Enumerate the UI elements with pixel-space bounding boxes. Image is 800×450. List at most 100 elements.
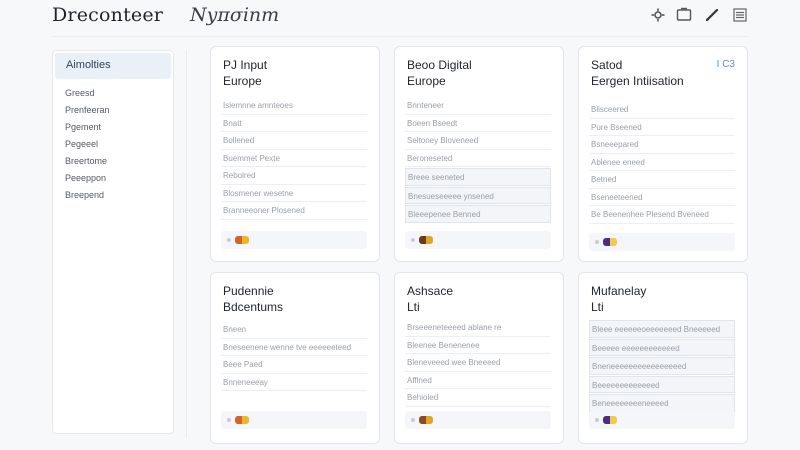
card-row: Bneseenene wenne tve eeeeeeteed — [221, 339, 367, 356]
card[interactable]: Pudennie Bdcentums Bneen Bneseenene wenn… — [210, 272, 380, 444]
card[interactable]: Ashsace Lti Brseeeneteeeed ablane re Ble… — [394, 272, 564, 444]
menu-list-icon[interactable] — [730, 5, 750, 25]
card-row: Ablenee eneed — [589, 154, 735, 171]
card-row: Islemnne amnteoes — [221, 97, 367, 115]
sidebar-item[interactable]: Greesd — [53, 85, 173, 102]
status-dot — [227, 238, 231, 242]
card-row: Bneneeeeeeeeeeeeeeeed — [589, 357, 735, 375]
sidebar-item[interactable]: Pegeeel — [53, 136, 173, 153]
card-row: Bleee eeeeeeoeeeeeeed Bneeeeed — [589, 320, 735, 338]
window-icon[interactable] — [674, 5, 694, 25]
top-bar: Dreconteer Nyπσinm — [0, 0, 800, 34]
card-row: Buemmet Pexte — [221, 150, 367, 167]
card-title-line: Lti — [407, 300, 420, 314]
pen-edit-icon[interactable] — [702, 5, 722, 25]
card-row: Bseneeteened — [589, 189, 735, 206]
card-row: Breee seeneted — [405, 168, 551, 186]
card-row: Bneen — [221, 321, 367, 339]
card[interactable]: Satod Eergen Intiisation I C3 Blisceered… — [578, 46, 748, 262]
card-footer — [405, 231, 551, 249]
card-footer — [405, 411, 551, 429]
card-title-line: Lti — [591, 300, 604, 314]
sidebar: Aimolties Greesd Prenfeeran Pgement Pege… — [52, 50, 174, 434]
card-footer — [221, 231, 367, 249]
status-dot — [595, 240, 599, 244]
card-row: Pure Bseened — [589, 119, 735, 136]
card-row: Beee Paed — [221, 356, 367, 374]
app-window: Dreconteer Nyπσinm Aimolties Greesd Pren… — [0, 0, 800, 450]
header-divider — [52, 36, 748, 37]
card-title: Mufanelay Lti — [591, 283, 735, 315]
card-rows: Blisceered Pure Bseened Bsneeepared Able… — [589, 101, 735, 224]
card-row: Beneeeeeeeeneeeed — [589, 394, 735, 412]
card[interactable]: PJ Input Europe Islemnne amnteoes Bnatt … — [210, 46, 380, 262]
card-row: Beeeeeeeeeeeeed — [589, 375, 735, 393]
status-dot — [411, 238, 415, 242]
color-swatch-icon — [235, 236, 249, 244]
card-row: Rebolred — [221, 167, 367, 185]
settings-gear-icon[interactable] — [648, 5, 668, 25]
card-row: Afflned — [405, 372, 551, 389]
card-row: Bnatt — [221, 115, 367, 132]
page-subtitle: Nyπσinm — [190, 4, 280, 26]
card-row: Bnesueseeeee ynsened — [405, 186, 551, 204]
card-row: Beroneseted — [405, 150, 551, 167]
card-title-line: Pudennie — [223, 284, 274, 298]
card-title: Satod Eergen Intiisation — [591, 57, 735, 89]
sidebar-active-label: Aimolties — [66, 59, 111, 71]
color-swatch-icon — [419, 236, 433, 244]
card-row: Bnneneeeay — [221, 374, 367, 391]
card-title: Beoo Digital Europe — [407, 57, 551, 89]
card-title: Ashsace Lti — [407, 283, 551, 315]
card-row: Beeeee eeeeeeeeeeeed — [589, 338, 735, 356]
card-row: Behioled — [405, 389, 551, 407]
sidebar-item[interactable]: Breepend — [53, 187, 173, 204]
card[interactable]: Mufanelay Lti Bleee eeeeeeoeeeeeeed Bnee… — [578, 272, 748, 444]
color-swatch-icon — [603, 238, 617, 246]
sidebar-item[interactable]: Pgement — [53, 119, 173, 136]
card-row: Blisceered — [589, 101, 735, 119]
card-title: PJ Input Europe — [223, 57, 367, 89]
card-row: Brseeeneteeeed ablane re — [405, 319, 551, 337]
card-title-line: Satod — [591, 58, 623, 72]
sidebar-item-active[interactable]: Aimolties — [55, 53, 171, 79]
card-row: Blosmener wesetne — [221, 185, 367, 202]
card-title-line: Europe — [407, 74, 446, 88]
sidebar-item[interactable]: Peeeppon — [53, 170, 173, 187]
content-divider — [186, 50, 187, 438]
color-swatch-icon — [603, 416, 617, 424]
card-title-line: PJ Input — [223, 58, 268, 72]
color-swatch-icon — [235, 416, 249, 424]
card-rows: Bnnteneer Boeen Bseedt Seltoney Blovenee… — [405, 97, 551, 224]
card-rows: Bneen Bneseenene wenne tve eeeeeeteed Be… — [221, 321, 367, 391]
card-row: Seltoney Bloveneed — [405, 132, 551, 150]
card-footer — [589, 233, 735, 251]
card-footer — [589, 411, 735, 429]
card-row: Be Beenenhee Plesend Bveneed — [589, 206, 735, 224]
card[interactable]: Beoo Digital Europe Bnnteneer Boeen Bsee… — [394, 46, 564, 262]
sidebar-item[interactable]: Breertome — [53, 153, 173, 170]
card-title-line: Beoo Digital — [407, 58, 472, 72]
card-tag[interactable]: I C3 — [717, 59, 735, 70]
card-row: Bsneeepared — [589, 136, 735, 154]
sidebar-list: Greesd Prenfeeran Pgement Pegeeel Breert… — [53, 85, 173, 204]
sidebar-item[interactable]: Prenfeeran — [53, 102, 173, 119]
card-row: Bleeepenee Benned — [405, 205, 551, 223]
card-rows: Brseeeneteeeed ablane re Bleenee Benenen… — [405, 319, 551, 407]
card-rows: Bleee eeeeeeoeeeeeeed Bneeeeed Beeeee ee… — [589, 319, 735, 413]
app-title: Dreconteer — [52, 4, 164, 26]
card-row: Bollened — [221, 132, 367, 150]
card-title-line: Mufanelay — [591, 284, 647, 298]
card-title-line: Europe — [223, 74, 262, 88]
card-row: Boeen Bseedt — [405, 115, 551, 132]
status-dot — [227, 418, 231, 422]
card-title-line: Eergen Intiisation — [591, 74, 684, 88]
card-row: Bleneveeed wee Bneeeed — [405, 354, 551, 372]
card-row: Bleenee Benenenee — [405, 337, 551, 354]
card-title-line: Bdcentums — [223, 300, 284, 314]
card-footer — [221, 411, 367, 429]
card-row: Branneeoner Plosened — [221, 202, 367, 220]
status-dot — [411, 418, 415, 422]
card-title-line: Ashsace — [407, 284, 454, 298]
card-title: Pudennie Bdcentums — [223, 283, 367, 315]
